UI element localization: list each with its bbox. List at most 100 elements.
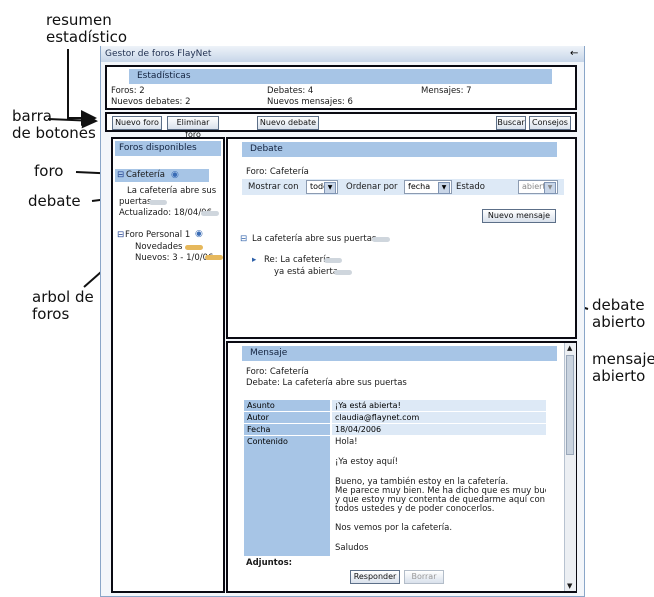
new-forum-button[interactable]: Nuevo foro [112, 116, 162, 130]
message-body-line: ¡Ya estoy aquí! [335, 457, 399, 467]
label-mensaje-abierto-line2: abierto [592, 367, 646, 385]
stat-nuevos-mensajes: Nuevos mensajes: 6 [267, 97, 353, 107]
message-panel: Mensaje Foro: Cafetería Debate: La cafet… [226, 341, 577, 593]
stats-header: Estadísticas [129, 69, 552, 84]
forum-expand-icon[interactable]: ⊟ [117, 230, 124, 241]
tips-button[interactable]: Consejos [529, 116, 571, 130]
message-body-line: Saludos [335, 543, 369, 553]
reply-status-icon [324, 258, 342, 263]
label-resumen-line1: resumen [46, 11, 112, 29]
label-mensaje-abierto-line1: mensaje [592, 350, 654, 368]
filter-state-label: Estado [456, 182, 485, 192]
debate-status-icon [149, 200, 167, 205]
label-arbol: arbol de foros [32, 289, 94, 323]
label-barra-line2: de botones [12, 124, 96, 142]
debate-filter-bar: Mostrar con todos ▼ Ordenar por fecha ▼ … [242, 179, 564, 195]
filter-order-value: fecha [408, 182, 431, 191]
forum-item-personal[interactable]: ⊟ Foro Personal 1 ◉ [113, 229, 223, 242]
date-label: Fecha [244, 424, 330, 435]
label-barra: barra de botones [12, 108, 96, 142]
debate-status-icon [201, 211, 219, 216]
forum-name: Cafetería [126, 170, 165, 180]
scroll-up-icon[interactable]: ▲ [567, 343, 572, 354]
reply-title: Re: La cafetería [264, 255, 331, 265]
reply-button[interactable]: Responder [350, 570, 400, 584]
topic-collapse-icon[interactable]: ⊟ [240, 234, 247, 245]
forum-globe-icon: ◉ [195, 229, 203, 239]
delete-message-button[interactable]: Borrar [404, 570, 444, 584]
label-barra-line1: barra [12, 107, 52, 125]
scrollbar-thumb[interactable] [566, 355, 574, 455]
debate-title-line1: Novedades [135, 242, 183, 252]
label-debate-abierto-line2: abierto [592, 313, 646, 331]
forum-expand-icon[interactable]: ⊟ [117, 170, 124, 181]
debate-status-icon [185, 245, 203, 250]
forum-item-cafeteria[interactable]: ⊟ Cafetería ◉ [115, 169, 209, 182]
window-title: Gestor de foros FlayNet [105, 49, 212, 59]
search-button[interactable]: Buscar [496, 116, 526, 130]
author-label: Autor [244, 412, 330, 423]
stats-panel: Estadísticas Foros: 2 Debates: 4 Mensaje… [105, 65, 577, 110]
filter-order-label: Ordenar por [346, 182, 398, 192]
stat-debates: Debates: 4 [267, 86, 314, 96]
message-scrollbar[interactable]: ▲ ▼ [564, 343, 576, 591]
debate-updated: Nuevos: 3 - 1/0/06 [135, 253, 214, 263]
debate-panel: Debate Foro: Cafetería Mostrar con todos… [226, 137, 577, 339]
message-debate-line: Debate: La cafetería abre sus puertas [246, 378, 407, 388]
label-arbol-line2: foros [32, 305, 70, 323]
debate-status-icon [205, 255, 223, 260]
forum-tree-header: Foros disponibles [115, 141, 221, 156]
message-header: Mensaje [242, 346, 557, 361]
attachments-label: Adjuntos: [246, 558, 293, 568]
message-body-line: Hola! [335, 437, 358, 447]
reply-subtitle: ya está abierta [274, 267, 339, 277]
message-body: Hola! ¡Ya estoy aquí! Bueno, ya también … [332, 436, 546, 556]
label-arbol-line1: arbol de [32, 288, 94, 306]
chevron-down-icon: ▼ [324, 182, 336, 194]
debate-title-line2: puertas [119, 197, 152, 207]
subject-label: Asunto [244, 400, 330, 411]
new-message-button[interactable]: Nuevo mensaje [482, 209, 556, 223]
label-resumen-line2: estadístico [46, 28, 128, 46]
debate-item-cafeteria[interactable]: La cafetería abre sus puertas Actualizad… [113, 186, 223, 226]
stat-nuevos-debates: Nuevos debates: 2 [111, 97, 191, 107]
window-back-icon[interactable]: ← [570, 47, 578, 61]
toolbar: Nuevo foro Eliminar foro Nuevo debate Bu… [105, 112, 577, 139]
forum-tree-panel: Foros disponibles ⊟ Cafetería ◉ La cafet… [111, 137, 225, 593]
label-debate-abierto-line1: debate [592, 296, 645, 314]
label-resumen: resumen estadístico [46, 12, 127, 46]
message-forum-line: Foro: Cafetería [246, 367, 309, 377]
label-debate: debate [28, 192, 81, 210]
filter-state-select[interactable]: abierto ▼ [518, 180, 558, 194]
message-body-line: todos ustedes y de poder conocerlos. [335, 504, 495, 514]
new-debate-button[interactable]: Nuevo debate [257, 116, 319, 130]
debate-forum-label: Foro: Cafetería [246, 167, 309, 177]
filter-show-label: Mostrar con [248, 182, 299, 192]
label-foro: foro [34, 162, 64, 180]
stat-mensajes: Mensajes: 7 [421, 86, 472, 96]
date-value: 18/04/2006 [332, 424, 546, 435]
label-debate-abierto: debate abierto [592, 297, 645, 331]
scroll-down-icon[interactable]: ▼ [567, 581, 572, 592]
debate-item-personal[interactable]: Novedades Nuevos: 3 - 1/0/06 [113, 242, 223, 268]
forum-name: Foro Personal 1 [125, 230, 191, 240]
label-mensaje-abierto: mensaje abierto [592, 351, 654, 385]
reply-arrow-icon: ▸ [252, 255, 257, 265]
delete-forum-button[interactable]: Eliminar foro [167, 116, 219, 139]
debate-topic-item[interactable]: ⊟ La cafetería abre sus puertas [240, 234, 540, 246]
reply-status-icon [334, 270, 352, 275]
filter-order-select[interactable]: fecha ▼ [404, 180, 452, 194]
subject-value: ¡Ya está abierta! [332, 400, 546, 411]
stat-foros: Foros: 2 [111, 86, 145, 96]
chevron-down-icon: ▼ [544, 182, 556, 194]
filter-show-select[interactable]: todos ▼ [306, 180, 338, 194]
debate-title-line1: La cafetería abre sus [127, 186, 217, 196]
debate-topic: La cafetería abre sus puertas [252, 234, 377, 244]
topic-status-icon [372, 237, 390, 242]
chevron-down-icon: ▼ [438, 182, 450, 194]
author-value: claudia@flaynet.com [332, 412, 546, 423]
debate-reply-item[interactable]: ▸ Re: La cafetería ya está abierta [252, 255, 532, 279]
forum-globe-icon: ◉ [171, 170, 179, 180]
debate-header: Debate [242, 142, 557, 157]
debate-updated: Actualizado: 18/04/06 [119, 208, 212, 218]
